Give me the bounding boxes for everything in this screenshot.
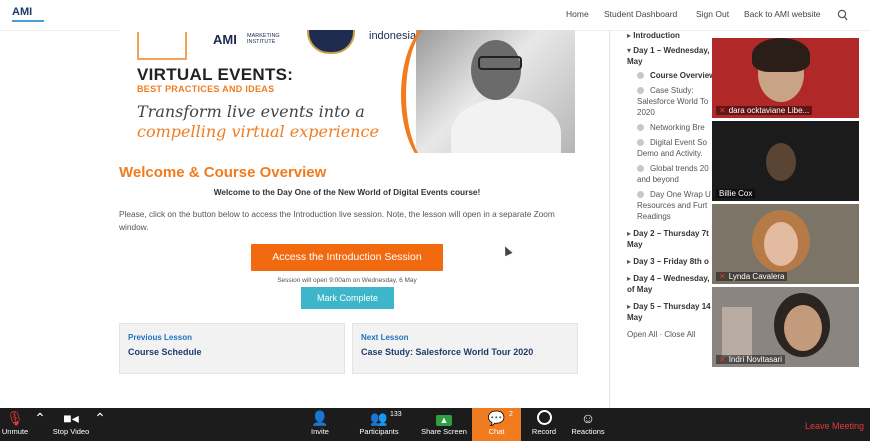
session-open-note: Session will open 9:00am on Wednesday, 6… xyxy=(277,277,417,284)
video-tile-3[interactable]: ✕ Lynda Cavalera xyxy=(712,204,859,284)
video-camera-icon: ■◂ xyxy=(63,410,79,426)
video-options-caret[interactable]: ⌃ xyxy=(93,408,107,441)
nav-back-to-ami[interactable]: Back to AMI website xyxy=(744,9,821,19)
check-icon xyxy=(637,191,644,198)
participant-name: Billie Cox xyxy=(716,189,756,198)
check-icon xyxy=(637,72,644,79)
muted-mic-icon: ✕ xyxy=(719,355,726,364)
banner-tagline-2: compelling virtual experience xyxy=(137,122,379,141)
banner-logo-ami: AMI xyxy=(213,32,237,47)
sidebar-item-introduction[interactable]: ▸ Introduction xyxy=(627,30,717,41)
banner-orange-swoosh xyxy=(401,30,476,153)
chevron-up-icon: ⌃ xyxy=(34,410,46,426)
sidebar-divider xyxy=(609,30,610,408)
check-icon xyxy=(637,139,644,146)
video-tile-4[interactable]: ✕ Indri Novitasari xyxy=(712,287,859,367)
video-tile-2[interactable]: Billie Cox xyxy=(712,121,859,201)
ami-logo[interactable]: AMI xyxy=(10,5,48,27)
participants-count: 133 xyxy=(390,411,402,418)
mark-complete-button[interactable]: Mark Complete xyxy=(301,287,394,309)
record-icon xyxy=(527,408,561,427)
top-nav-bar: AMI Home Student Dashboard Sign Out Back… xyxy=(0,0,870,31)
nav-student-dashboard[interactable]: Student Dashboard xyxy=(604,9,677,19)
banner-seal-logo xyxy=(307,30,355,54)
sidebar-item-day4[interactable]: ▸ Day 4 – Wednesday, xyxy=(627,273,717,284)
participant-name: ✕ dara ocktaviane Libe... xyxy=(716,106,813,115)
check-icon xyxy=(637,165,644,172)
leave-meeting-button[interactable]: Leave Meeting xyxy=(805,421,864,431)
banner-title: VIRTUAL EVENTS: xyxy=(137,65,294,84)
muted-mic-icon: 🎙 xyxy=(6,410,24,426)
invite-button[interactable]: 👤 Invite xyxy=(304,408,336,441)
previous-lesson-title[interactable]: Course Schedule xyxy=(128,347,202,357)
intro-paragraph: Please, click on the button below to acc… xyxy=(119,209,555,232)
sidebar-lesson-digital-event[interactable]: Digital Event So xyxy=(637,137,717,148)
participant-name: ✕ Lynda Cavalera xyxy=(716,272,788,281)
stop-video-button[interactable]: ■◂ Stop Video xyxy=(50,408,92,441)
search-icon[interactable] xyxy=(837,9,848,21)
next-lesson-card[interactable]: Next Lesson Case Study: Salesforce World… xyxy=(352,323,578,374)
previous-lesson-label: Previous Lesson xyxy=(128,333,193,342)
glasses-graphic xyxy=(478,56,522,70)
banner-subtitle: BEST PRACTICES AND IDEAS xyxy=(137,84,275,94)
smiley-plus-icon: ☺ xyxy=(580,410,596,426)
sidebar-lesson-global-trends[interactable]: Global trends 20 xyxy=(637,163,717,174)
check-icon xyxy=(637,124,644,131)
muted-mic-icon: ✕ xyxy=(719,106,726,115)
add-person-icon: 👤 xyxy=(311,410,329,426)
ami-logo-text: AMI xyxy=(12,6,33,18)
sidebar-lesson-case-study[interactable]: Case Study: xyxy=(637,85,717,96)
chat-count-badge: 2 xyxy=(509,411,513,418)
previous-lesson-card[interactable]: Previous Lesson Course Schedule xyxy=(119,323,345,374)
welcome-subtitle: Welcome to the Day One of the New World … xyxy=(213,187,481,197)
sidebar-item-day1[interactable]: ▾ Day 1 – Wednesday, xyxy=(627,45,717,56)
sidebar-item-day2[interactable]: ▸ Day 2 – Thursday 7t xyxy=(627,228,717,239)
share-screen-button[interactable]: ▲ Share Screen xyxy=(421,408,467,441)
zoom-toolbar: 🎙 Unmute ⌃ ■◂ Stop Video ⌃ 👤 Invite 👥 Pa… xyxy=(0,408,870,441)
participant-name: ✕ Indri Novitasari xyxy=(716,355,786,364)
open-close-all-links[interactable]: Open All · Close All xyxy=(627,329,717,340)
record-button[interactable]: Record xyxy=(527,408,561,441)
access-introduction-button[interactable]: Access the Introduction Session xyxy=(251,244,443,271)
unmute-button[interactable]: 🎙 Unmute xyxy=(0,408,30,441)
course-banner-image: AMI MARKETING INSTITUTE indonesia VIRTUA… xyxy=(119,30,575,153)
banner-logo-ami-sub: MARKETING INSTITUTE xyxy=(247,33,280,45)
video-tile-1[interactable]: ✕ dara ocktaviane Libe... xyxy=(712,38,859,118)
next-lesson-title[interactable]: Case Study: Salesforce World Tour 2020 xyxy=(361,347,533,357)
page-title: Welcome & Course Overview xyxy=(119,164,327,181)
next-lesson-label: Next Lesson xyxy=(361,333,409,342)
nav-home[interactable]: Home xyxy=(566,9,589,19)
nav-sign-out[interactable]: Sign Out xyxy=(696,9,729,19)
share-screen-icon: ▲ xyxy=(421,408,467,427)
check-icon xyxy=(637,87,644,94)
sidebar-lesson-wrap-up[interactable]: Day One Wrap U xyxy=(637,189,717,200)
sidebar-lesson-course-overview[interactable]: Course Overview xyxy=(637,70,717,81)
banner-logo-indonesia: indonesia xyxy=(369,30,417,42)
muted-mic-icon: ✕ xyxy=(719,272,726,281)
sidebar-item-day3[interactable]: ▸ Day 3 – Friday 8th o xyxy=(627,256,717,267)
reactions-button[interactable]: ☺ Reactions xyxy=(569,408,607,441)
mouse-cursor-icon xyxy=(501,244,513,257)
sidebar-lesson-networking[interactable]: Networking Bre xyxy=(637,122,717,133)
chat-button[interactable]: 💬 Chat xyxy=(472,408,521,441)
chat-bubble-icon: 💬 xyxy=(487,410,506,426)
audio-options-caret[interactable]: ⌃ xyxy=(33,408,47,441)
banner-tagline-1: Transform live events into a xyxy=(137,102,365,121)
chevron-up-icon: ⌃ xyxy=(94,410,106,426)
course-outline-sidebar: ▸ Introduction ▾ Day 1 – Wednesday, May … xyxy=(627,30,717,340)
sidebar-item-day5[interactable]: ▸ Day 5 – Thursday 14 xyxy=(627,301,717,312)
banner-outline-graphic xyxy=(137,32,187,60)
